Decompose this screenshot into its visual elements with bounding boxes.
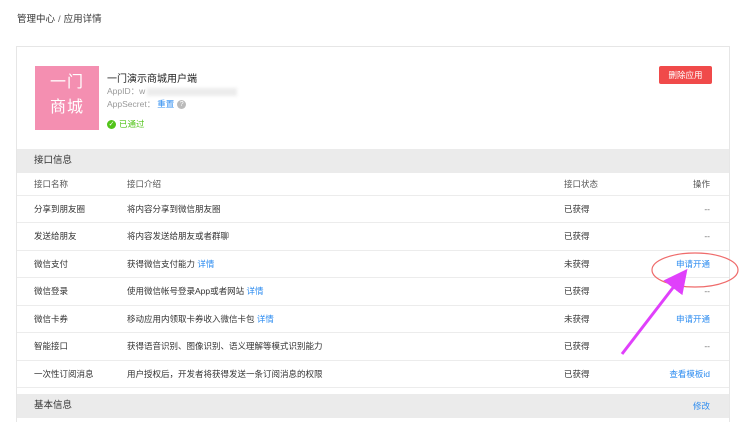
app-name: 一门演示商城用户端 bbox=[107, 74, 197, 85]
approval-status: ✓ 已通过 bbox=[107, 118, 145, 130]
interface-state: 已获得 bbox=[564, 360, 642, 388]
interface-action: -- bbox=[642, 332, 729, 361]
interface-name: 微信登录 bbox=[17, 277, 127, 306]
app-secret-row: AppSecret： 重置? bbox=[107, 98, 187, 110]
app-header: 一门 商城 一门演示商城用户端 AppID：w AppSecret： 重置? ✓ 已… bbox=[17, 47, 729, 149]
details-link[interactable]: 详情 bbox=[197, 259, 214, 269]
interface-desc: 使用微信帐号登录App或者网站 详情 bbox=[127, 277, 564, 306]
reset-secret-link[interactable]: 重置 bbox=[157, 99, 174, 109]
breadcrumb-separator: / bbox=[58, 14, 61, 25]
breadcrumb-root[interactable]: 管理中心 bbox=[17, 14, 55, 25]
edit-basic-info-link[interactable]: 修改 bbox=[693, 394, 710, 418]
interface-desc: 获得微信支付能力 详情 bbox=[127, 250, 564, 278]
interface-state: 未获得 bbox=[564, 305, 642, 333]
basic-info-title: 基本信息 bbox=[34, 400, 73, 411]
interface-name: 发送给朋友 bbox=[17, 222, 127, 251]
details-link[interactable]: 详情 bbox=[247, 286, 264, 296]
table-row: 智能接口 获得语音识别、图像识别、语义理解等模式识别能力 已获得 -- bbox=[17, 332, 729, 361]
help-icon[interactable]: ? bbox=[177, 100, 187, 110]
interface-state: 已获得 bbox=[564, 332, 642, 361]
table-row: 微信卡券 移动应用内领取卡券收入微信卡包 详情 未获得 申请开通 bbox=[17, 305, 729, 333]
col-header-name: 接口名称 bbox=[17, 173, 127, 196]
col-header-action: 操作 bbox=[642, 173, 729, 196]
table-row: 分享到朋友圈 将内容分享到微信朋友圈 已获得 -- bbox=[17, 195, 729, 223]
apply-open-link[interactable]: 申请开通 bbox=[642, 305, 729, 333]
app-secret-label: AppSecret： bbox=[107, 99, 156, 109]
interface-desc-text: 使用微信帐号登录App或者网站 bbox=[127, 286, 245, 297]
view-template-id-link[interactable]: 查看模板id bbox=[642, 360, 729, 388]
interface-action: -- bbox=[642, 195, 729, 223]
app-logo: 一门 商城 bbox=[35, 66, 99, 130]
app-logo-line2: 商城 bbox=[49, 99, 84, 116]
interface-name: 分享到朋友圈 bbox=[17, 195, 127, 223]
delete-app-button[interactable]: 删除应用 bbox=[659, 66, 712, 84]
app-detail-card: 一门 商城 一门演示商城用户端 AppID：w AppSecret： 重置? ✓ 已… bbox=[16, 46, 730, 422]
interface-desc-text: 将内容分享到微信朋友圈 bbox=[127, 203, 221, 214]
app-id-row: AppID：w bbox=[107, 85, 238, 97]
interface-desc: 将内容发送给朋友或者群聊 bbox=[127, 222, 564, 251]
interface-desc: 将内容分享到微信朋友圈 bbox=[127, 195, 564, 223]
col-header-state: 接口状态 bbox=[564, 173, 642, 196]
interface-desc-text: 获得语音识别、图像识别、语义理解等模式识别能力 bbox=[127, 341, 323, 352]
table-row: 一次性订阅消息 用户授权后，开发者将获得发送一条订阅消息的权限 已获得 查看模板… bbox=[17, 360, 729, 388]
interface-desc: 获得语音识别、图像识别、语义理解等模式识别能力 bbox=[127, 332, 564, 361]
interface-state: 已获得 bbox=[564, 222, 642, 251]
interface-desc-text: 获得微信支付能力 bbox=[127, 258, 196, 269]
interface-desc: 用户授权后，开发者将获得发送一条订阅消息的权限 bbox=[127, 360, 564, 388]
apply-open-link[interactable]: 申请开通 bbox=[642, 250, 729, 278]
check-circle-icon: ✓ bbox=[107, 120, 116, 130]
interface-section-header: 接口信息 bbox=[17, 149, 729, 173]
breadcrumb-current: 应用详情 bbox=[63, 14, 102, 25]
col-header-desc: 接口介绍 bbox=[127, 173, 564, 196]
table-row: 微信登录 使用微信帐号登录App或者网站 详情 已获得 -- bbox=[17, 277, 729, 306]
interface-action: -- bbox=[642, 222, 729, 251]
interface-desc-text: 将内容发送给朋友或者群聊 bbox=[127, 231, 230, 242]
basic-info-section-header: 基本信息 修改 bbox=[17, 394, 729, 418]
interface-state: 未获得 bbox=[564, 250, 642, 278]
app-id-blurred-value bbox=[147, 87, 238, 96]
details-link[interactable]: 详情 bbox=[257, 314, 274, 324]
app-logo-line1: 一门 bbox=[49, 74, 84, 91]
interface-name: 微信支付 bbox=[17, 250, 127, 278]
app-id-label: AppID：w bbox=[107, 86, 146, 96]
interface-state: 已获得 bbox=[564, 195, 642, 223]
interface-desc-text: 用户授权后，开发者将获得发送一条订阅消息的权限 bbox=[127, 368, 323, 379]
table-row: 微信支付 获得微信支付能力 详情 未获得 申请开通 bbox=[17, 250, 729, 278]
interface-name: 智能接口 bbox=[17, 332, 127, 361]
interface-name: 一次性订阅消息 bbox=[17, 360, 127, 388]
table-header-row: 接口名称 接口介绍 接口状态 操作 bbox=[17, 173, 729, 196]
interface-table: 接口名称 接口介绍 接口状态 操作 分享到朋友圈 将内容分享到微信朋友圈 已获得… bbox=[17, 173, 729, 388]
approval-status-text: 已通过 bbox=[119, 119, 145, 129]
breadcrumb: 管理中心 / 应用详情 bbox=[17, 11, 102, 25]
interface-state: 已获得 bbox=[564, 277, 642, 306]
interface-desc-text: 移动应用内领取卡券收入微信卡包 bbox=[127, 313, 255, 324]
interface-action: -- bbox=[642, 277, 729, 306]
interface-section-title: 接口信息 bbox=[34, 155, 73, 166]
interface-name: 微信卡券 bbox=[17, 305, 127, 333]
interface-desc: 移动应用内领取卡券收入微信卡包 详情 bbox=[127, 305, 564, 333]
table-row: 发送给朋友 将内容发送给朋友或者群聊 已获得 -- bbox=[17, 222, 729, 251]
